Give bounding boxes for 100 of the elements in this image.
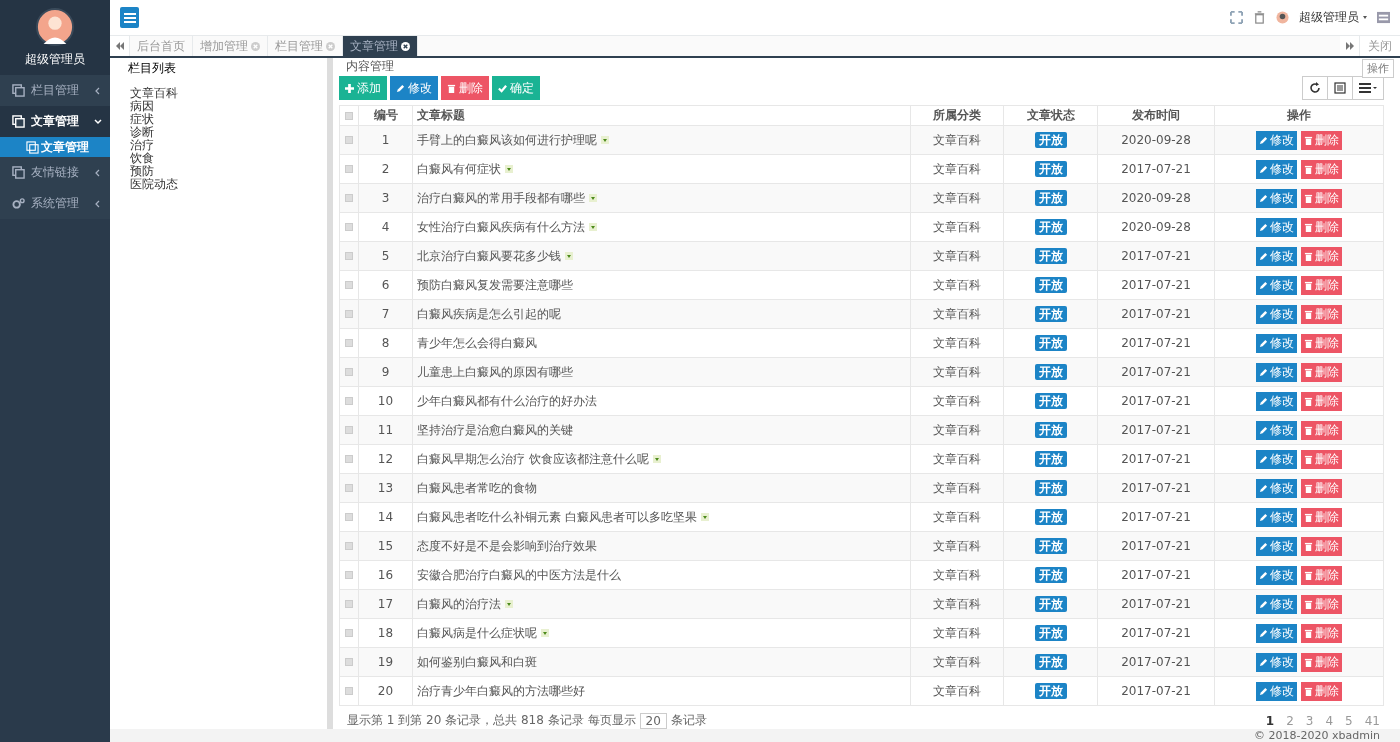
status-badge[interactable]: 开放 bbox=[1034, 595, 1067, 612]
confirm-button[interactable]: 确定 bbox=[492, 76, 540, 100]
edit-button[interactable]: 修改 bbox=[1256, 623, 1298, 643]
page-button[interactable]: 4 bbox=[1321, 713, 1338, 728]
status-badge[interactable]: 开放 bbox=[1034, 624, 1067, 641]
checkbox[interactable] bbox=[345, 136, 353, 144]
article-title[interactable]: 治疗青少年白癜风的方法哪些好 bbox=[417, 683, 585, 698]
page-button[interactable]: 3 bbox=[1301, 713, 1318, 728]
checkbox[interactable] bbox=[345, 111, 353, 120]
delete-button[interactable]: 删除 bbox=[1300, 420, 1342, 440]
delete-button[interactable]: 删除 bbox=[1300, 536, 1342, 556]
delete-button[interactable]: 删除 bbox=[1300, 304, 1342, 324]
toggle-view-button[interactable] bbox=[1327, 76, 1353, 100]
checkbox[interactable] bbox=[345, 281, 353, 289]
checkbox[interactable] bbox=[345, 658, 353, 666]
fullscreen-icon[interactable] bbox=[1230, 11, 1243, 24]
article-title[interactable]: 白癜风患者常吃的食物 bbox=[417, 480, 537, 495]
edit-button[interactable]: 修改 bbox=[1256, 159, 1298, 179]
checkbox[interactable] bbox=[345, 397, 353, 405]
article-title[interactable]: 治疗白癜风的常用手段都有哪些 bbox=[417, 190, 585, 205]
edit-button[interactable]: 修改 bbox=[1256, 449, 1298, 469]
scroll-left-button[interactable] bbox=[110, 36, 130, 56]
edit-button[interactable]: 修改 bbox=[1256, 536, 1298, 556]
edit-button[interactable]: 修改 bbox=[1256, 652, 1298, 672]
close-icon[interactable] bbox=[401, 41, 410, 51]
tab[interactable]: 增加管理 bbox=[193, 36, 268, 56]
menu-item[interactable]: 友情链接 bbox=[0, 157, 110, 188]
edit-button[interactable]: 修改 bbox=[1256, 478, 1298, 498]
delete-button[interactable]: 删除 bbox=[1300, 391, 1342, 411]
edit-button[interactable]: 修改 bbox=[1256, 188, 1298, 208]
status-badge[interactable]: 开放 bbox=[1034, 479, 1067, 496]
add-button[interactable]: 添加 bbox=[339, 76, 387, 100]
status-badge[interactable]: 开放 bbox=[1034, 450, 1067, 467]
delete-button[interactable]: 删除 bbox=[1300, 333, 1342, 353]
checkbox[interactable] bbox=[345, 629, 353, 637]
delete-button[interactable]: 删除 bbox=[1300, 681, 1342, 701]
status-badge[interactable]: 开放 bbox=[1034, 247, 1067, 264]
edit-button[interactable]: 修改 bbox=[1256, 681, 1298, 701]
status-badge[interactable]: 开放 bbox=[1034, 189, 1067, 206]
trash-icon[interactable] bbox=[1253, 11, 1266, 24]
menu-item[interactable]: 文章管理 bbox=[0, 106, 110, 137]
tab[interactable]: 文章管理 bbox=[343, 36, 418, 56]
status-badge[interactable]: 开放 bbox=[1034, 131, 1067, 148]
status-badge[interactable]: 开放 bbox=[1034, 653, 1067, 670]
article-title[interactable]: 白癜风病是什么症状呢 bbox=[417, 625, 537, 640]
status-badge[interactable]: 开放 bbox=[1034, 276, 1067, 293]
checkbox[interactable] bbox=[345, 513, 353, 521]
edit-button[interactable]: 修改 bbox=[1256, 420, 1298, 440]
category-item[interactable]: 饮食 bbox=[130, 152, 327, 165]
checkbox[interactable] bbox=[345, 600, 353, 608]
checkbox[interactable] bbox=[345, 571, 353, 579]
status-badge[interactable]: 开放 bbox=[1034, 537, 1067, 554]
delete-button[interactable]: 删除 bbox=[1300, 275, 1342, 295]
category-item[interactable]: 医院动态 bbox=[130, 178, 327, 191]
article-title[interactable]: 青少年怎么会得白癜风 bbox=[417, 335, 537, 350]
edit-button[interactable]: 修改 bbox=[390, 76, 438, 100]
article-title[interactable]: 白癜风有何症状 bbox=[417, 161, 501, 176]
page-button[interactable]: 1 bbox=[1261, 713, 1279, 728]
edit-button[interactable]: 修改 bbox=[1256, 304, 1298, 324]
status-badge[interactable]: 开放 bbox=[1034, 160, 1067, 177]
delete-button[interactable]: 删除 bbox=[1300, 652, 1342, 672]
page-button[interactable]: 41 bbox=[1360, 713, 1384, 728]
menu-button[interactable] bbox=[120, 7, 139, 28]
checkbox[interactable] bbox=[345, 542, 353, 550]
category-item[interactable]: 诊断 bbox=[130, 126, 327, 139]
actions-dropdown[interactable]: 操作 bbox=[1362, 59, 1394, 78]
checkbox[interactable] bbox=[345, 484, 353, 492]
delete-button[interactable]: 删除 bbox=[1300, 565, 1342, 585]
checkbox[interactable] bbox=[345, 310, 353, 318]
delete-button[interactable]: 删除 bbox=[1300, 188, 1342, 208]
page-button[interactable]: 2 bbox=[1282, 713, 1298, 728]
article-title[interactable]: 少年白癜风都有什么治疗的好办法 bbox=[417, 393, 597, 408]
category-item[interactable]: 治疗 bbox=[130, 139, 327, 152]
article-title[interactable]: 儿童患上白癜风的原因有哪些 bbox=[417, 364, 573, 379]
checkbox[interactable] bbox=[345, 368, 353, 376]
delete-button[interactable]: 删除 bbox=[1300, 130, 1342, 150]
edit-button[interactable]: 修改 bbox=[1256, 246, 1298, 266]
status-badge[interactable]: 开放 bbox=[1034, 682, 1067, 699]
delete-button[interactable]: 删除 bbox=[1300, 507, 1342, 527]
category-item[interactable]: 症状 bbox=[130, 113, 327, 126]
article-title[interactable]: 如何鉴别白癜风和白斑 bbox=[417, 654, 537, 669]
status-badge[interactable]: 开放 bbox=[1034, 566, 1067, 583]
article-title[interactable]: 白癜风疾病是怎么引起的呢 bbox=[417, 306, 561, 321]
article-title[interactable]: 预防白癜风复发需要注意哪些 bbox=[417, 277, 573, 292]
scroll-right-button[interactable] bbox=[1340, 36, 1360, 56]
delete-button[interactable]: 删除 bbox=[1300, 449, 1342, 469]
checkbox[interactable] bbox=[345, 165, 353, 173]
edit-button[interactable]: 修改 bbox=[1256, 594, 1298, 614]
delete-button[interactable]: 删除 bbox=[1300, 159, 1342, 179]
article-title[interactable]: 手臂上的白癜风该如何进行护理呢 bbox=[417, 132, 597, 147]
delete-button[interactable]: 删除 bbox=[441, 76, 489, 100]
category-item[interactable]: 病因 bbox=[130, 100, 327, 113]
refresh-button[interactable] bbox=[1302, 76, 1328, 100]
checkbox[interactable] bbox=[345, 223, 353, 231]
page-size-select[interactable]: 20 bbox=[639, 712, 667, 729]
menu-item[interactable]: 系统管理 bbox=[0, 188, 110, 219]
menu-item[interactable]: 栏目管理 bbox=[0, 75, 110, 106]
edit-button[interactable]: 修改 bbox=[1256, 275, 1298, 295]
edit-button[interactable]: 修改 bbox=[1256, 565, 1298, 585]
edit-button[interactable]: 修改 bbox=[1256, 333, 1298, 353]
